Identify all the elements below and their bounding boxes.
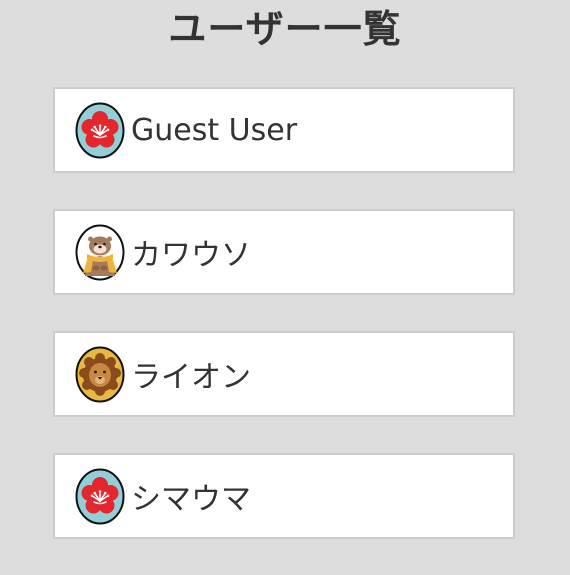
user-name: シマウマ bbox=[131, 482, 251, 517]
plum-flower-icon bbox=[75, 102, 125, 158]
user-name: カワウソ bbox=[131, 238, 251, 273]
user-list-item[interactable]: ライオン bbox=[53, 331, 515, 417]
otter-icon bbox=[75, 224, 125, 280]
user-list-item[interactable]: シマウマ bbox=[53, 453, 515, 539]
user-name: Guest User bbox=[131, 112, 298, 148]
user-list-item[interactable]: カワウソ bbox=[53, 209, 515, 295]
user-list: Guest User カワウソ ライオン シマウマ bbox=[53, 87, 515, 575]
lion-icon bbox=[75, 346, 125, 402]
user-name: ライオン bbox=[131, 360, 251, 395]
plum-flower-icon bbox=[75, 468, 125, 524]
user-list-item[interactable]: Guest User bbox=[53, 87, 515, 173]
page-title: ユーザー一覧 bbox=[168, 7, 402, 51]
